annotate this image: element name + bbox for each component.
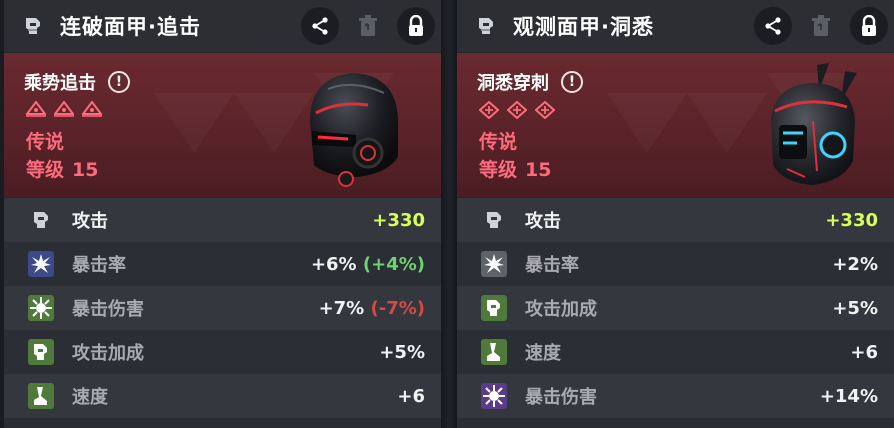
stat-value: +5% — [832, 297, 878, 319]
fist-icon — [481, 207, 507, 233]
rarity-label: 传说 — [479, 131, 518, 153]
crit-damage-icon — [481, 383, 507, 409]
stat-name: 速度 — [525, 343, 561, 364]
crit-burst-icon — [481, 251, 507, 277]
stat-name: 暴击率 — [72, 255, 126, 276]
stat-list: 攻击 +330 暴击率 +6% (+4%) 暴击伤害 +7% (-7%) 攻击加… — [4, 198, 441, 418]
rarity-label: 传说 — [26, 131, 65, 153]
pursuit-mark-icon — [54, 101, 74, 117]
equipment-hero: 乘势追击 ! 传说 等级 15 — [4, 53, 441, 198]
set-name-label: 乘势追击 — [24, 73, 96, 94]
share-icon — [312, 17, 328, 35]
stat-row-attack-bonus: 攻击加成 +5% — [457, 286, 894, 330]
speed-boot-icon — [481, 339, 507, 365]
stat-row-speed: 速度 +6 — [4, 374, 441, 418]
set-name: 乘势追击 ! — [24, 69, 130, 95]
speed-boot-icon — [28, 383, 54, 409]
set-marks — [479, 101, 555, 119]
stat-bonus: (+4%) — [362, 253, 425, 275]
lock-button[interactable] — [850, 7, 888, 45]
lock-icon — [862, 15, 876, 36]
stat-value: +6 — [850, 341, 878, 363]
stat-value: +2% — [832, 253, 878, 275]
attack-bonus-icon — [481, 295, 507, 321]
trash-icon — [812, 15, 830, 36]
set-marks — [26, 101, 102, 117]
fist-icon — [28, 207, 54, 233]
helmet-slot-icon — [20, 13, 46, 39]
helmet-image — [310, 73, 398, 187]
stat-name: 攻击 — [525, 211, 561, 232]
equipment-title: 连破面甲·追击 — [60, 15, 201, 39]
equipment-card-2: 观测面甲·洞悉 洞悉穿刺 ! 传说 等级 15 攻击 +330 暴击率 +2% … — [457, 0, 894, 428]
pierce-mark-icon — [479, 101, 499, 119]
stat-name: 暴击伤害 — [525, 387, 597, 408]
stat-list: 攻击 +330 暴击率 +2% 攻击加成 +5% 速度 +6 暴击伤害 +14% — [457, 198, 894, 418]
stat-bonus: (-7%) — [370, 297, 425, 319]
recycle-button[interactable] — [349, 7, 387, 45]
stat-row-crit-rate: 暴击率 +6% (+4%) — [4, 242, 441, 286]
stat-name: 攻击 — [72, 211, 108, 232]
stat-name: 暴击伤害 — [72, 299, 144, 320]
set-info-icon[interactable]: ! — [108, 71, 130, 93]
stat-row-crit-rate: 暴击率 +2% — [457, 242, 894, 286]
set-name: 洞悉穿刺 ! — [477, 69, 583, 95]
lock-button[interactable] — [397, 7, 435, 45]
stat-value-group: +6% (+4%) — [311, 254, 425, 275]
recycle-button[interactable] — [802, 7, 840, 45]
share-button[interactable] — [754, 7, 792, 45]
stat-row-attack-bonus: 攻击加成 +5% — [4, 330, 441, 374]
stat-row-crit-damage: 暴击伤害 +7% (-7%) — [4, 286, 441, 330]
pierce-mark-icon — [507, 101, 527, 119]
helmet-slot-icon — [473, 13, 499, 39]
helmet-image — [771, 63, 857, 185]
pierce-mark-icon — [535, 101, 555, 119]
stat-name: 暴击率 — [525, 255, 579, 276]
share-icon — [765, 17, 781, 35]
level-text: 等级 — [479, 159, 518, 181]
crit-damage-icon — [28, 295, 54, 321]
stat-value: +14% — [819, 385, 878, 407]
stat-row-attack: 攻击 +330 — [457, 198, 894, 242]
equipment-title: 观测面甲·洞悉 — [513, 15, 654, 39]
stat-name: 攻击加成 — [525, 299, 597, 320]
crit-burst-icon — [28, 251, 54, 277]
level-value: 15 — [72, 159, 99, 181]
lock-icon — [409, 15, 423, 36]
card-header: 观测面甲·洞悉 — [457, 0, 894, 53]
set-info-icon[interactable]: ! — [561, 71, 583, 93]
stat-value: +6% — [310, 253, 357, 275]
stat-name: 速度 — [72, 387, 108, 408]
pursuit-mark-icon — [26, 101, 46, 117]
stat-value: +6 — [397, 385, 425, 407]
level-value: 15 — [525, 159, 552, 181]
equipment-card-1: 连破面甲·追击 乘势追击 ! 传说 等级 15 攻击 +330 暴击率 +6% … — [4, 0, 441, 428]
share-button[interactable] — [301, 7, 339, 45]
pursuit-mark-icon — [82, 101, 102, 117]
stat-value: +7% — [318, 297, 365, 319]
stat-value: +5% — [379, 341, 425, 363]
equipment-hero: 洞悉穿刺 ! 传说 等级 15 — [457, 53, 894, 198]
stat-row-attack: 攻击 +330 — [4, 198, 441, 242]
stat-value: +330 — [372, 209, 425, 231]
level-text: 等级 — [26, 159, 65, 181]
stat-value: +330 — [825, 209, 878, 231]
attack-bonus-icon — [28, 339, 54, 365]
stat-name: 攻击加成 — [72, 343, 144, 364]
trash-icon — [359, 15, 377, 36]
card-header: 连破面甲·追击 — [4, 0, 441, 53]
level-label: 等级 15 — [26, 155, 98, 182]
level-label: 等级 15 — [479, 155, 551, 182]
stat-row-crit-damage: 暴击伤害 +14% — [457, 374, 894, 418]
stat-row-speed: 速度 +6 — [457, 330, 894, 374]
set-name-label: 洞悉穿刺 — [477, 73, 549, 94]
stat-value-group: +7% (-7%) — [319, 298, 425, 319]
panel-divider — [441, 0, 457, 428]
